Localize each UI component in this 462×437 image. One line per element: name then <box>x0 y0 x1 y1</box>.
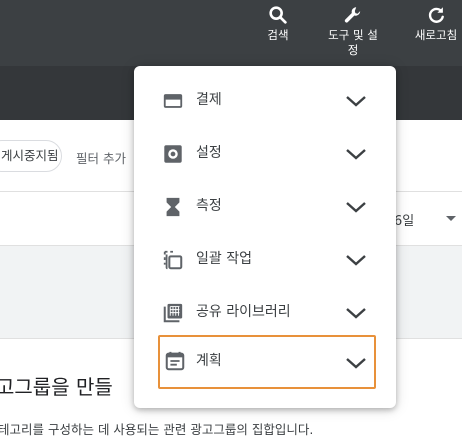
chevron-down-icon[interactable] <box>344 306 368 320</box>
menu-item-label: 계획 <box>196 353 222 369</box>
chevron-down-icon[interactable] <box>344 356 368 370</box>
menu-item-settings[interactable]: 설정 <box>134 127 396 179</box>
search-icon <box>269 6 287 24</box>
refresh-label: 새로고침 <box>414 28 458 42</box>
chevron-down-icon[interactable] <box>344 200 368 214</box>
search-label: 검색 <box>267 28 289 42</box>
wrench-icon <box>344 7 361 23</box>
filter-chip[interactable]: 게시중지됨 <box>0 140 62 172</box>
tools-dropdown-menu: 결제 설정 측정 일괄 작업 공유 라이브러리 계획 <box>134 66 396 408</box>
credit-card-icon <box>163 94 183 108</box>
calendar-icon <box>165 351 185 371</box>
menu-item-measurement[interactable]: 측정 <box>134 180 396 232</box>
menu-item-label: 측정 <box>196 198 222 214</box>
tools-and-settings-button[interactable]: 도구 및 설 정 <box>318 4 388 58</box>
chevron-down-icon[interactable] <box>344 147 368 161</box>
bulk-copy-icon <box>163 250 183 270</box>
add-filter-button[interactable]: 필터 추가 <box>76 148 126 167</box>
grid-library-icon <box>163 303 183 323</box>
settings-icon <box>164 145 182 163</box>
search-button[interactable]: 검색 <box>258 4 298 43</box>
tools-label-line2: 정 <box>347 43 359 57</box>
hourglass-icon <box>166 197 180 217</box>
menu-item-label: 일괄 작업 <box>196 251 252 267</box>
refresh-icon <box>428 7 444 23</box>
menu-item-billing[interactable]: 결제 <box>134 74 396 126</box>
menu-item-shared-library[interactable]: 공유 라이브러리 <box>134 286 396 338</box>
date-range-value[interactable]: 6일 <box>394 210 414 229</box>
menu-item-label: 결제 <box>196 92 222 108</box>
tools-label-line1: 도구 및 설 <box>328 28 378 42</box>
page-heading: 고그룹을 만들 <box>0 375 113 399</box>
dropdown-arrow-icon[interactable] <box>446 216 456 221</box>
menu-item-label: 설정 <box>196 145 222 161</box>
refresh-button[interactable]: 새로고침 <box>404 4 462 43</box>
menu-item-bulk-actions[interactable]: 일괄 작업 <box>134 233 396 285</box>
menu-item-planning[interactable]: 계획 <box>134 336 396 388</box>
chevron-down-icon[interactable] <box>344 94 368 108</box>
chevron-down-icon[interactable] <box>344 253 368 267</box>
menu-item-label: 공유 라이브러리 <box>196 304 291 320</box>
page-description: 테고리를 구성하는 데 사용되는 관련 광고그룹의 집합입니다. <box>0 422 314 437</box>
